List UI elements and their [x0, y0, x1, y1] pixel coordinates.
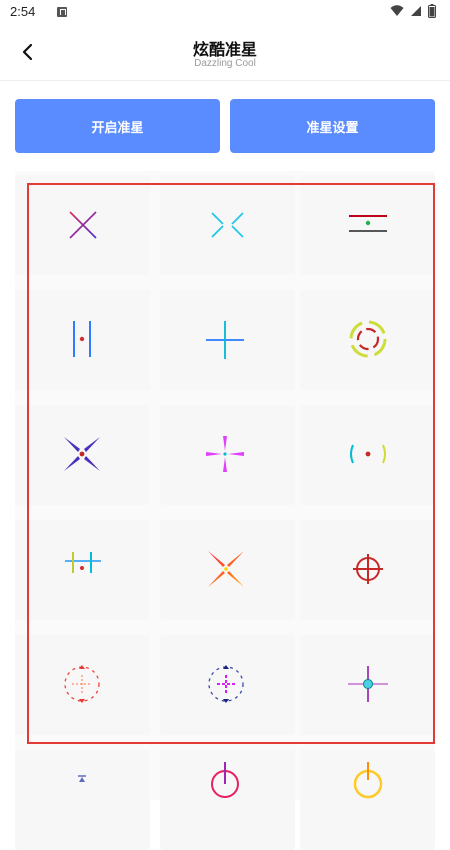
battery-icon	[428, 4, 436, 18]
crosshair-option-5[interactable]	[160, 290, 295, 390]
crosshair-option-12[interactable]	[300, 520, 435, 620]
small-arrow-crosshair-icon	[78, 775, 86, 782]
wifi-icon	[390, 5, 404, 16]
crosshair-option-13[interactable]	[15, 635, 150, 735]
crosshair-option-16[interactable]	[15, 750, 150, 850]
crosshair-option-3[interactable]	[300, 175, 435, 275]
crosshair-option-10[interactable]	[15, 520, 150, 620]
notification-app-icon	[57, 7, 67, 17]
bracket-line-crosshair-icon	[349, 215, 387, 232]
status-bar: 2:54	[0, 0, 450, 24]
app-header: 炫酷准星 Dazzling Cool	[0, 24, 450, 81]
signal-icon	[411, 6, 421, 16]
pink-plus-crosshair-icon	[206, 436, 244, 472]
crosshair-option-18[interactable]	[300, 750, 435, 850]
plus-crosshair-icon	[206, 321, 244, 359]
status-time: 2:54	[10, 4, 36, 19]
gradient-x-dot-crosshair-icon	[208, 551, 244, 587]
dashed-circle-crosshair-icon	[349, 320, 387, 358]
crosshair-option-9[interactable]	[300, 405, 435, 505]
x-crosshair-icon	[69, 211, 97, 239]
enable-crosshair-button[interactable]: 开启准星	[15, 99, 220, 153]
page-title: 炫酷准星	[192, 40, 257, 59]
crosshair-option-8[interactable]	[160, 405, 295, 505]
crosshair-option-15[interactable]	[300, 635, 435, 735]
page-subtitle: Dazzling Cool	[194, 58, 256, 69]
crosshair-option-4[interactable]	[15, 290, 150, 390]
crosshair-settings-button[interactable]: 准星设置	[230, 99, 435, 153]
crosshair-option-6[interactable]	[300, 290, 435, 390]
crosshair-option-1[interactable]	[15, 175, 150, 275]
plus-circle-crosshair-icon	[348, 666, 388, 702]
red-dashed-circle-crosshair-icon	[64, 665, 100, 703]
bracket-dot-crosshair-icon	[350, 444, 386, 464]
diamond-x-dot-crosshair-icon	[64, 437, 100, 471]
hash-crosshair-icon	[65, 552, 101, 573]
purple-dashed-circle-crosshair-icon	[208, 665, 244, 703]
status-icons	[390, 4, 436, 18]
crosshair-option-7[interactable]	[15, 405, 150, 505]
crosshair-option-14[interactable]	[160, 635, 295, 735]
vertical-bars-dot-crosshair-icon	[73, 321, 91, 357]
pink-circle-crosshair-icon	[211, 762, 239, 798]
yellow-circle-crosshair-icon	[353, 762, 383, 799]
crosshair-option-11[interactable]	[160, 520, 295, 620]
crosshair-option-17[interactable]	[160, 750, 295, 850]
split-x-crosshair-icon	[211, 212, 244, 238]
scope-circle-crosshair-icon	[353, 554, 383, 584]
crosshair-option-2[interactable]	[160, 175, 295, 275]
crosshair-grid	[15, 171, 435, 850]
